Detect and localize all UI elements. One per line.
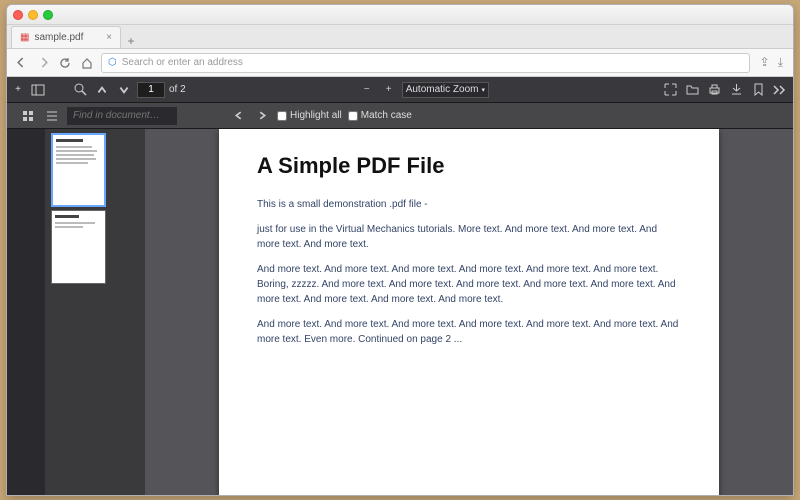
shield-icon: ⬡ [108,57,117,68]
bookmark-button[interactable] [749,81,767,99]
chevron-down-icon: ▾ [482,86,486,94]
tools-menu-button[interactable] [771,81,789,99]
share-icon[interactable]: ⇪ [760,55,770,70]
pdf-findbar: Highlight all Match case [7,103,793,129]
window-titlebar [7,5,793,25]
zoom-label: Automatic Zoom [406,84,479,95]
zoom-in-button[interactable]: + [380,81,398,99]
document-paragraph: This is a small demonstration .pdf file … [257,197,681,212]
document-title: A Simple PDF File [257,153,681,179]
pdf-viewer: + of 2 − + [7,77,793,495]
tab-bar: ▦ sample.pdf × + [7,25,793,49]
window-close-button[interactable] [13,10,23,20]
highlight-all-label: Highlight all [290,110,342,121]
thumbnail-view-button[interactable] [19,107,37,125]
side-strip [7,129,45,495]
url-bar[interactable]: ⬡ Search or enter an address [101,53,750,73]
find-next-button[interactable] [253,107,271,125]
pdf-content-area: A Simple PDF File This is a small demons… [7,129,793,495]
thumbnail-panel [45,129,145,495]
find-input[interactable] [67,107,177,125]
zoom-out-button[interactable]: − [358,81,376,99]
browser-nav-bar: ⬡ Search or enter an address ⇪ ⤓ [7,49,793,77]
page-thumbnail-2[interactable] [51,210,106,284]
pdf-file-icon: ▦ [20,32,29,43]
document-paragraph: And more text. And more text. And more t… [257,317,681,347]
pdf-toolbar-primary: + of 2 − + [7,77,793,103]
window-maximize-button[interactable] [43,10,53,20]
download-icon[interactable]: ⤓ [778,55,783,70]
document-paragraph: And more text. And more text. And more t… [257,262,681,307]
window-minimize-button[interactable] [28,10,38,20]
page-count-label: of 2 [169,84,186,95]
tab-close-icon[interactable]: × [106,32,112,43]
new-tab-strip-button[interactable]: + [11,81,25,99]
zoom-select[interactable]: Automatic Zoom ▾ [402,82,489,98]
reload-button[interactable] [57,55,73,71]
url-placeholder: Search or enter an address [122,57,243,68]
open-file-button[interactable] [683,81,701,99]
match-case-label: Match case [361,110,412,121]
next-page-button[interactable] [115,81,133,99]
document-scroll-area[interactable]: A Simple PDF File This is a small demons… [145,129,793,495]
highlight-all-checkbox[interactable]: Highlight all [277,110,342,121]
match-case-checkbox[interactable]: Match case [348,110,412,121]
tab-title: sample.pdf [34,32,83,43]
find-prev-button[interactable] [229,107,247,125]
new-tab-button[interactable]: + [121,34,141,48]
nav-back-button[interactable] [13,55,29,71]
page-thumbnail-1[interactable] [51,133,106,207]
pdf-page: A Simple PDF File This is a small demons… [219,129,719,495]
home-button[interactable] [79,55,95,71]
find-button[interactable] [71,81,89,99]
browser-window: ▦ sample.pdf × + ⬡ Search or enter an ad… [6,4,794,496]
presentation-button[interactable] [661,81,679,99]
outline-view-button[interactable] [43,107,61,125]
prev-page-button[interactable] [93,81,111,99]
sidebar-toggle-button[interactable] [29,81,47,99]
nav-forward-button[interactable] [35,55,51,71]
page-number-input[interactable] [137,82,165,98]
browser-tab[interactable]: ▦ sample.pdf × [11,26,121,48]
download-pdf-button[interactable] [727,81,745,99]
print-button[interactable] [705,81,723,99]
document-paragraph: just for use in the Virtual Mechanics tu… [257,222,681,252]
